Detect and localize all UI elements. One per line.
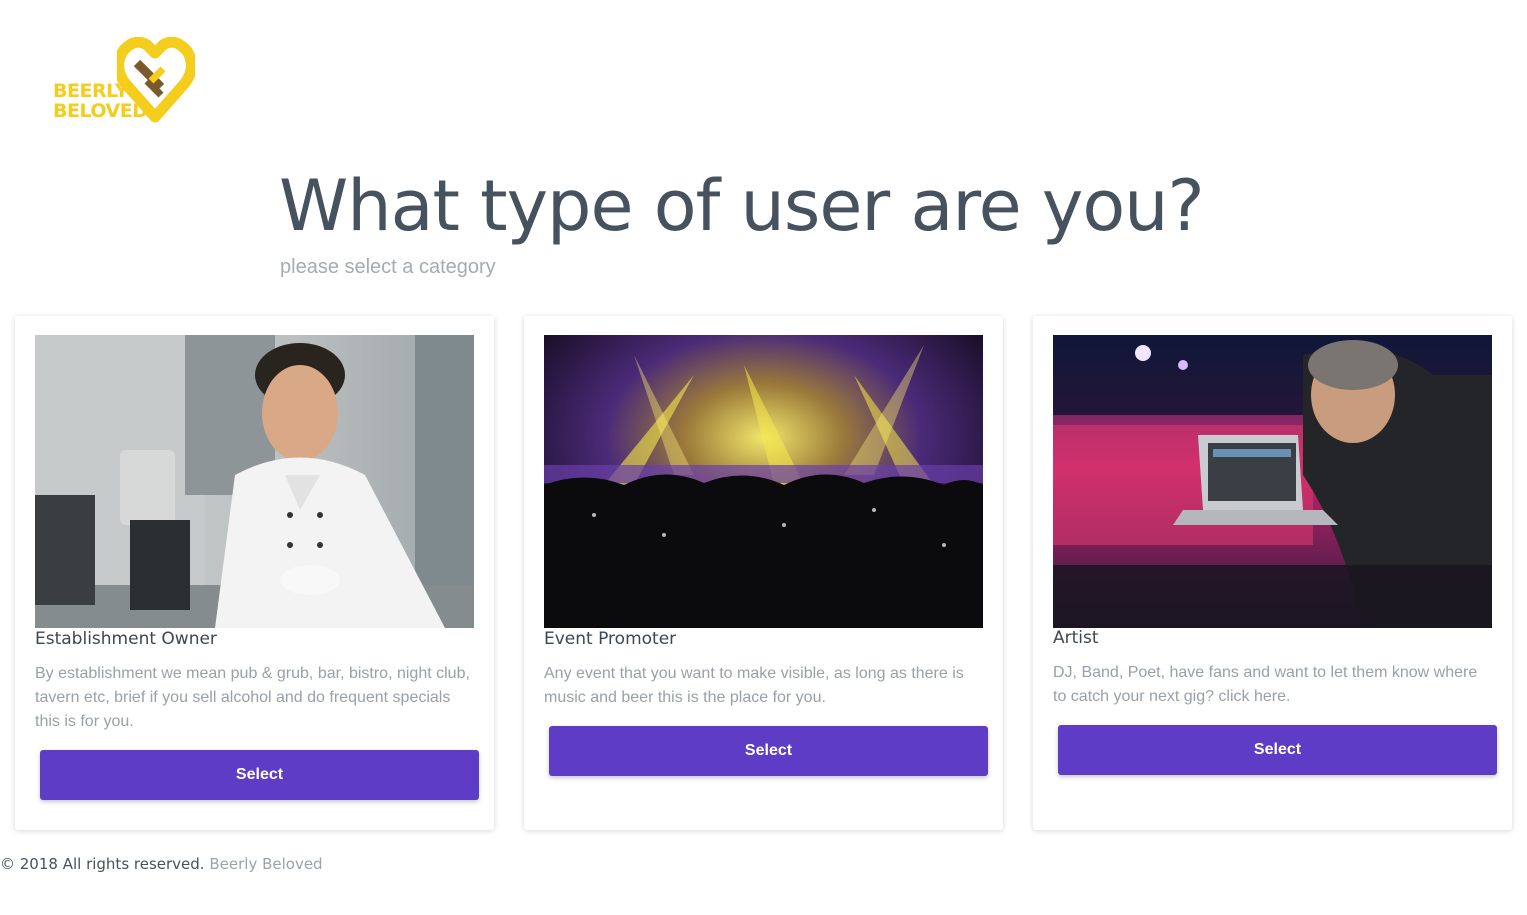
brand-logo[interactable]: BEERLY BELOVED — [53, 37, 198, 123]
dj-with-laptop-image — [1053, 335, 1492, 628]
select-artist-button[interactable]: Select — [1058, 725, 1497, 775]
card-title: Establishment Owner — [35, 629, 217, 649]
select-event-promoter-button[interactable]: Select — [549, 726, 988, 776]
chef-with-coffee-image — [35, 335, 474, 628]
brand-line-1: BEERLY — [53, 80, 128, 102]
copyright-text: © 2018 All rights reserved. — [0, 855, 205, 873]
footer: © 2018 All rights reserved. Beerly Belov… — [0, 855, 323, 873]
card-artist: Artist DJ, Band, Poet, have fans and wan… — [1033, 316, 1512, 830]
select-establishment-owner-button[interactable]: Select — [40, 750, 479, 800]
card-establishment-owner: Establishment Owner By establishment we … — [15, 316, 494, 830]
card-title: Event Promoter — [544, 629, 677, 649]
page-title: What type of user are you? — [279, 165, 1205, 247]
card-event-promoter: Event Promoter Any event that you want t… — [524, 316, 1003, 830]
brand-line-2: BELOVED — [53, 100, 148, 122]
card-description: By establishment we mean pub & grub, bar… — [35, 665, 470, 730]
footer-brand-link[interactable]: Beerly Beloved — [209, 855, 322, 873]
brand-wordmark: BEERLY BELOVED — [53, 81, 148, 121]
card-description: DJ, Band, Poet, have fans and want to le… — [1053, 664, 1478, 705]
page-subtitle: please select a category — [280, 256, 496, 278]
concert-crowd-image — [544, 335, 983, 628]
card-title: Artist — [1053, 628, 1099, 648]
card-description: Any event that you want to make visible,… — [544, 665, 964, 706]
